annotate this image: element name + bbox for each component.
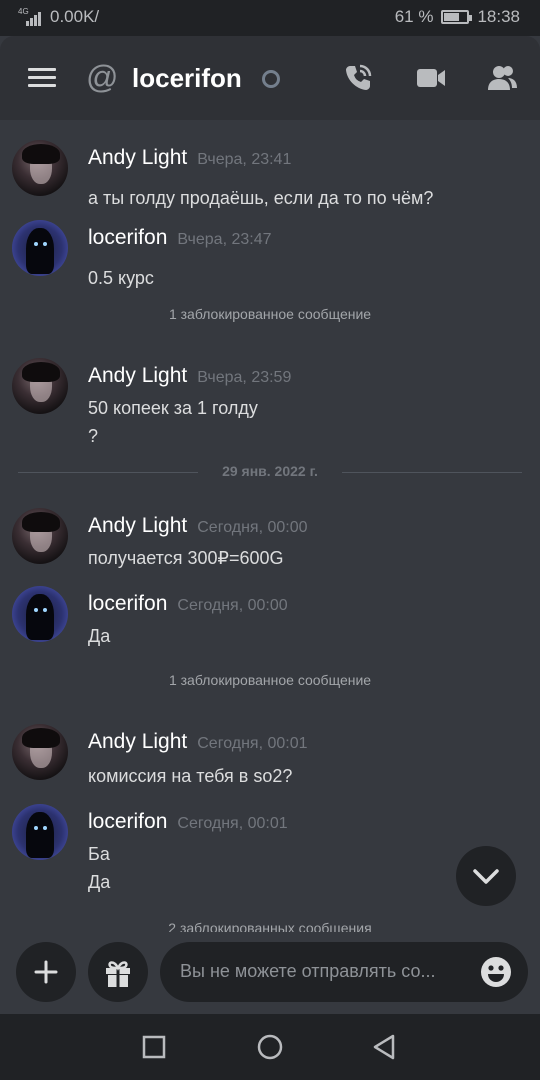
- recent-apps-icon[interactable]: [139, 1032, 169, 1062]
- emoji-icon[interactable]: [480, 956, 512, 988]
- date-divider: 29 янв. 2022 г.: [18, 462, 522, 482]
- message-author[interactable]: Andy Light: [88, 364, 187, 387]
- chevron-down-icon: [473, 869, 499, 884]
- system-nav-bar: [0, 1014, 540, 1080]
- battery-icon: [441, 10, 473, 24]
- avatar[interactable]: [12, 358, 68, 414]
- voice-call-icon[interactable]: [342, 62, 374, 94]
- menu-icon[interactable]: [28, 68, 56, 88]
- message-author[interactable]: locerifon: [88, 810, 167, 833]
- date-divider-label: 29 янв. 2022 г.: [222, 463, 318, 479]
- at-icon: @: [86, 59, 119, 95]
- message-text: комиссия на тебя в so2?: [88, 766, 293, 786]
- message-text: Ба: [88, 844, 110, 864]
- message-list[interactable]: Andy Light Вчера, 23:41 а ты голду продаё…: [0, 120, 540, 932]
- avatar[interactable]: [12, 140, 68, 196]
- video-call-icon[interactable]: [415, 62, 447, 94]
- battery-percent: 61 %: [394, 7, 434, 26]
- home-icon[interactable]: [255, 1032, 285, 1062]
- gift-button[interactable]: [88, 942, 148, 1002]
- message-input-placeholder: Вы не можете отправлять со...: [180, 961, 436, 981]
- message-text: Да: [88, 872, 111, 892]
- message-timestamp: Сегодня, 00:01: [177, 815, 288, 832]
- blocked-messages-notice[interactable]: 1 заблокированное сообщение: [0, 672, 540, 688]
- offline-status-icon: [262, 70, 280, 88]
- avatar[interactable]: [12, 508, 68, 564]
- message-timestamp: Сегодня, 00:01: [197, 735, 308, 752]
- members-icon[interactable]: [486, 62, 518, 94]
- network-speed: 0.00K/: [50, 7, 100, 26]
- message-text: ?: [88, 426, 99, 446]
- message-timestamp: Сегодня, 00:00: [197, 519, 308, 536]
- signal-icon: 4G: [18, 8, 44, 26]
- avatar[interactable]: [12, 220, 68, 276]
- message-author[interactable]: Andy Light: [88, 514, 187, 537]
- avatar[interactable]: [12, 804, 68, 860]
- back-icon[interactable]: [369, 1032, 399, 1062]
- avatar[interactable]: [12, 586, 68, 642]
- plus-icon: [34, 960, 58, 984]
- message-author[interactable]: locerifon: [88, 592, 167, 615]
- blocked-messages-notice[interactable]: 2 заблокированных сообщения: [0, 920, 540, 932]
- clock: 18:38: [477, 7, 520, 26]
- message-text: а ты голду продаёшь, если да то по чём?: [88, 188, 434, 208]
- message-text: получается 300₽=600G: [88, 548, 284, 568]
- message-text: Да: [88, 626, 111, 646]
- message-input-bar: Вы не можете отправлять со...: [0, 932, 540, 1014]
- message-text: 50 копеек за 1 голду: [88, 398, 258, 418]
- channel-header: @ locerifon: [0, 36, 540, 120]
- message-text: 0.5 курс: [88, 268, 154, 288]
- jump-to-bottom-button[interactable]: [456, 846, 516, 906]
- message-timestamp: Сегодня, 00:00: [177, 597, 288, 614]
- message-author[interactable]: Andy Light: [88, 730, 187, 753]
- message-timestamp: Вчера, 23:47: [177, 231, 272, 248]
- message-input[interactable]: Вы не можете отправлять со...: [160, 942, 528, 1002]
- message-timestamp: Вчера, 23:41: [197, 151, 292, 168]
- status-bar: 4G 0.00K/ 61 % 18:38: [0, 0, 540, 36]
- channel-name[interactable]: locerifon: [132, 63, 242, 94]
- gift-icon: [106, 961, 130, 987]
- avatar[interactable]: [12, 724, 68, 780]
- add-attachment-button[interactable]: [16, 942, 76, 1002]
- message-author[interactable]: locerifon: [88, 226, 167, 249]
- message-timestamp: Вчера, 23:59: [197, 369, 292, 386]
- blocked-messages-notice[interactable]: 1 заблокированное сообщение: [0, 306, 540, 322]
- message-author[interactable]: Andy Light: [88, 146, 187, 169]
